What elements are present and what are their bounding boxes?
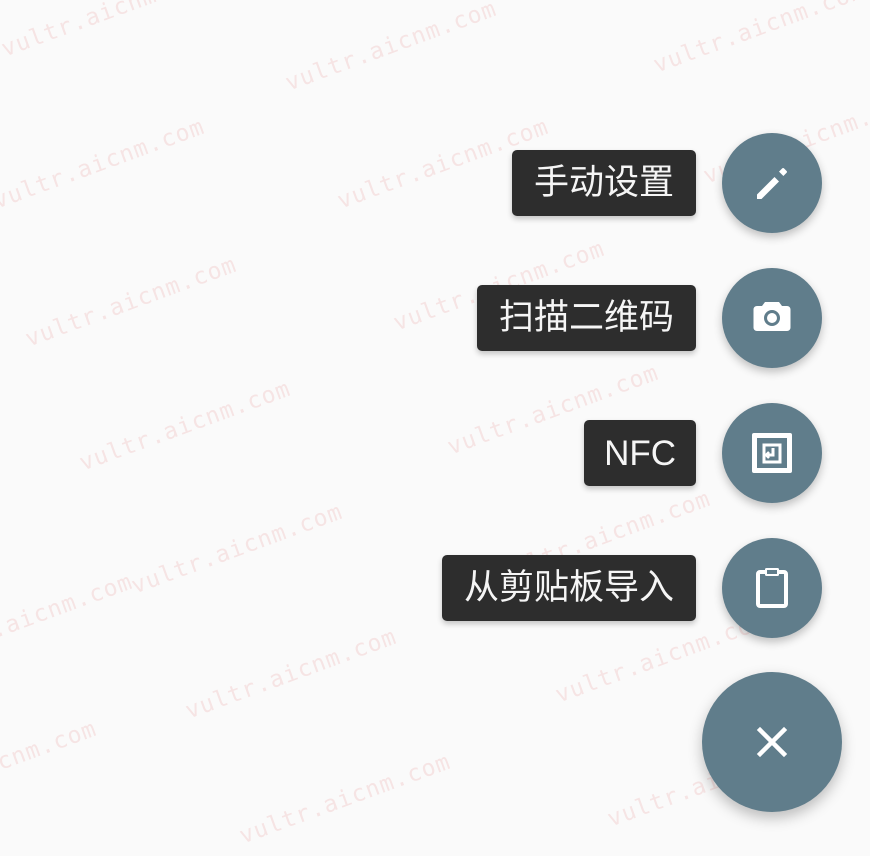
import-from-clipboard-fab[interactable] (722, 538, 822, 638)
nfc-icon (752, 433, 792, 473)
pencil-icon (757, 168, 787, 199)
scan-qr-action[interactable]: 扫描二维码 (476, 268, 822, 368)
manual-setup-fab[interactable] (722, 133, 822, 233)
scan-qr-fab[interactable] (722, 268, 822, 368)
import-from-clipboard-label[interactable]: 从剪贴板导入 (441, 555, 696, 621)
close-menu-fab[interactable] (702, 672, 842, 812)
manual-setup-label[interactable]: 手动设置 (511, 150, 696, 216)
import-from-clipboard-action[interactable]: 从剪贴板导入 (441, 538, 822, 638)
scan-qr-label[interactable]: 扫描二维码 (476, 285, 696, 351)
nfc-fab[interactable] (722, 403, 822, 503)
camera-icon (753, 302, 791, 331)
clipboard-icon (756, 568, 788, 608)
close-icon (756, 726, 788, 758)
nfc-action[interactable]: NFC (584, 403, 822, 503)
fab-speed-dial-menu: 手动设置 扫描二维码 NFC 从剪贴板导入 (0, 0, 870, 856)
manual-setup-action[interactable]: 手动设置 (511, 133, 822, 233)
nfc-label[interactable]: NFC (584, 420, 696, 486)
